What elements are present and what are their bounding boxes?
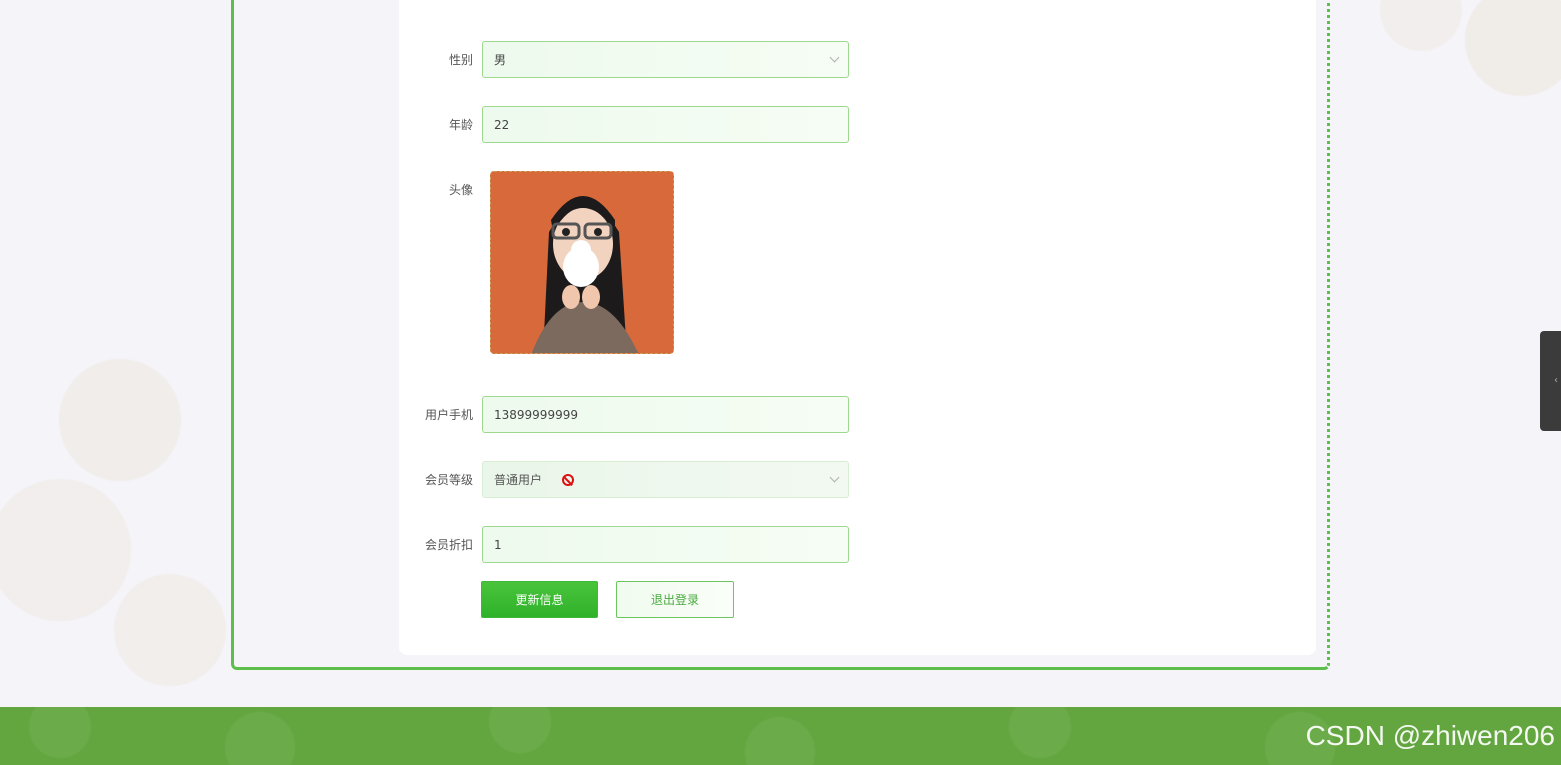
age-value: 22 (494, 117, 510, 132)
floral-background-right (1341, 0, 1561, 160)
form-row-gender: 性别 男 (412, 41, 872, 78)
update-info-button[interactable]: 更新信息 (481, 581, 598, 618)
gender-value: 男 (494, 53, 507, 67)
not-allowed-icon (562, 473, 575, 486)
discount-value: 1 (494, 537, 502, 552)
member-level-value: 普通用户 (494, 473, 543, 487)
side-drawer-tab[interactable]: ‹ (1540, 331, 1561, 431)
chevron-left-icon: ‹ (1554, 375, 1558, 386)
avatar-label: 头像 (448, 183, 473, 197)
logout-button[interactable]: 退出登录 (616, 581, 734, 618)
phone-value: 13899999999 (494, 407, 578, 422)
avatar-upload[interactable] (490, 171, 674, 354)
chevron-down-icon (829, 52, 840, 63)
phone-label: 用户手机 (424, 408, 473, 422)
age-label: 年龄 (448, 118, 473, 132)
form-row-discount: 会员折扣 1 (412, 526, 872, 563)
member-level-select[interactable]: 普通用户 (482, 461, 849, 498)
chevron-down-icon (829, 472, 840, 483)
footer-bar: CSDN @zhiwen206 (0, 707, 1561, 765)
age-input[interactable]: 22 (482, 106, 849, 143)
watermark-text: CSDN @zhiwen206 (1305, 720, 1555, 751)
avatar-image (491, 172, 673, 353)
discount-label: 会员折扣 (424, 538, 473, 552)
form-row-phone: 用户手机 13899999999 (412, 396, 872, 433)
floral-background-left (0, 300, 235, 710)
form-row-age: 年龄 22 (412, 106, 872, 143)
discount-input[interactable]: 1 (482, 526, 849, 563)
phone-input[interactable]: 13899999999 (482, 396, 849, 433)
form-row-member-level: 会员等级 普通用户 (412, 461, 872, 498)
member-level-label: 会员等级 (424, 473, 473, 487)
gender-select[interactable]: 男 (482, 41, 849, 78)
gender-label: 性别 (448, 53, 473, 67)
